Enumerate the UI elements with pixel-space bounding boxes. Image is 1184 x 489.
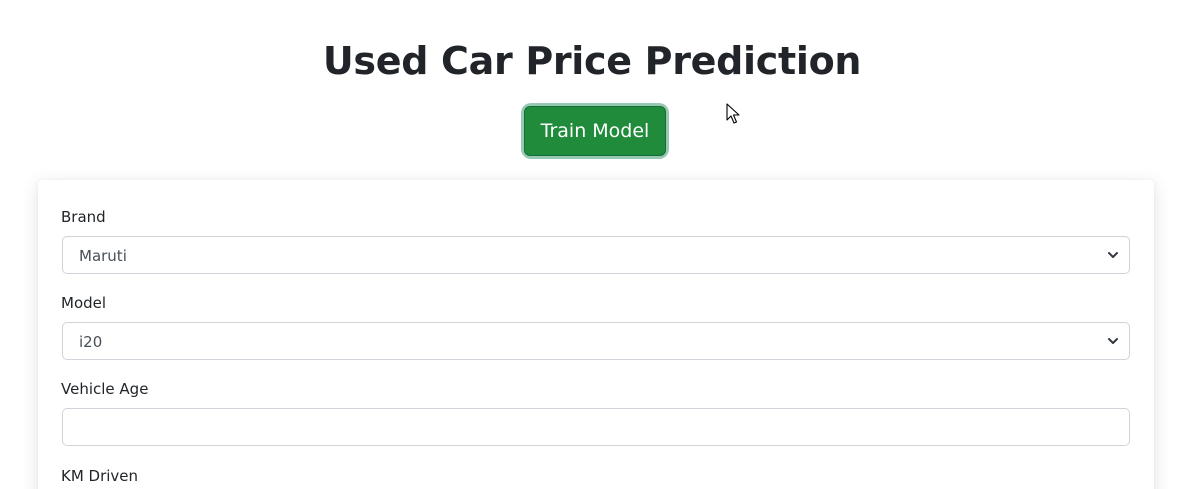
model-select[interactable]: i20 [62, 322, 1130, 360]
train-model-button[interactable]: Train Model [524, 106, 666, 156]
brand-label: Brand [61, 208, 106, 226]
brand-selected-value: Maruti [79, 247, 127, 265]
mouse-pointer-icon [726, 103, 740, 124]
vehicle-age-input[interactable] [62, 408, 1130, 446]
km-driven-label: KM Driven [61, 467, 139, 485]
brand-select[interactable]: Maruti [62, 236, 1130, 274]
model-label: Model [61, 294, 107, 312]
page-title: Used Car Price Prediction [322, 39, 862, 83]
vehicle-age-label: Vehicle Age [61, 380, 149, 398]
chevron-down-icon [1108, 252, 1118, 258]
chevron-down-icon [1108, 338, 1118, 344]
page: Used Car Price Prediction Train Model Br… [0, 0, 1184, 489]
model-selected-value: i20 [79, 333, 103, 351]
train-model-button-focus-ring: Train Model [524, 106, 666, 156]
prediction-form-card: Brand Maruti Model i20 Vehicle Age KM Dr… [38, 180, 1154, 489]
